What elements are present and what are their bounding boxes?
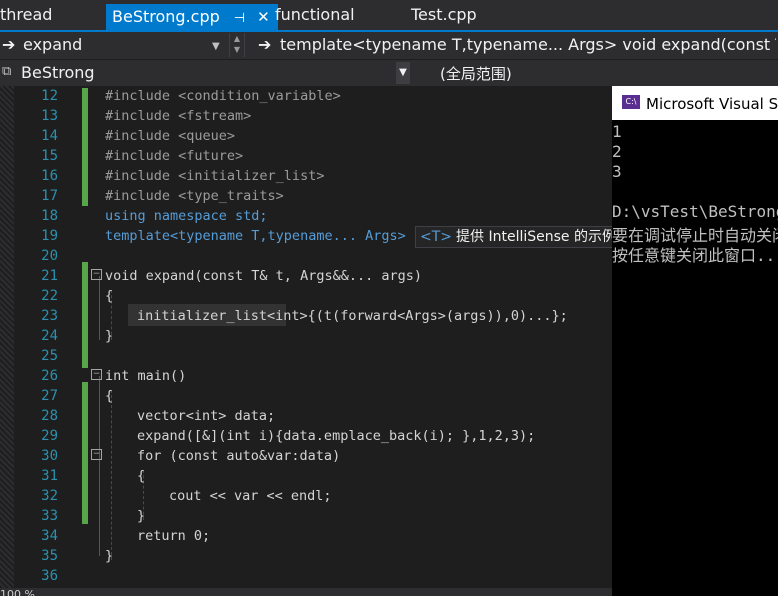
- console-line: 1: [612, 122, 622, 141]
- template-tag: <T>: [420, 229, 453, 245]
- signature-arrow-icon: ➔: [258, 35, 272, 54]
- signature-dropdown[interactable]: template<typename T,typename... Args> vo…: [280, 35, 776, 54]
- line-number: 33: [41, 508, 58, 524]
- tab-thread[interactable]: thread: [0, 0, 52, 30]
- tab-label: functional: [275, 5, 355, 24]
- navigation-bar: ➔ expand ▼ ▲ ▼ ➔ template<typename T,type…: [0, 32, 778, 59]
- console-line: D:\vsTest\BeStrong\Debug\BeStrong.exe: [612, 202, 778, 221]
- code-line: for (const auto&var:data): [137, 448, 341, 464]
- line-number: 27: [41, 388, 58, 404]
- fold-toggle-icon[interactable]: −: [91, 369, 102, 380]
- line-number: 25: [41, 348, 58, 364]
- code-line: }: [105, 328, 114, 344]
- line-number: 14: [41, 128, 58, 144]
- line-number: 12: [41, 88, 58, 104]
- fold-line: [99, 376, 101, 556]
- code-line: using namespace std;: [105, 208, 268, 224]
- tooltip-text: 提供 IntelliSense 的示例: [456, 229, 612, 245]
- indent-guide: [111, 390, 113, 560]
- member-arrow-icon: ➔: [2, 35, 16, 54]
- line-number: 21: [41, 268, 58, 284]
- line-number: 17: [41, 188, 58, 204]
- line-number: 19: [41, 228, 58, 244]
- line-number: 36: [41, 568, 58, 584]
- code-line: return 0;: [137, 528, 211, 544]
- line-number: 26: [41, 368, 58, 384]
- line-number: 35: [41, 548, 58, 564]
- console-app-icon: C:\: [622, 95, 640, 109]
- console-line: 按任意键关闭此窗口...: [612, 246, 778, 265]
- code-line: template<typename T,typename... Args>: [105, 228, 406, 244]
- code-line: }: [137, 508, 146, 524]
- code-line: cout << var << endl;: [169, 488, 332, 504]
- code-line: #include <condition_variable>: [105, 88, 341, 104]
- editor-margin: [0, 86, 14, 596]
- console-title: Microsoft Visual Studio 调试控制台: [646, 95, 778, 113]
- code-line: vector<int> data;: [137, 408, 276, 424]
- project-dropdown[interactable]: BeStrong: [21, 63, 95, 82]
- project-icon: ⧉: [2, 64, 12, 79]
- code-line: int main(): [105, 368, 187, 384]
- tab-test-cpp[interactable]: Test.cpp: [411, 0, 477, 30]
- zoom-level[interactable]: 100 %: [0, 588, 35, 596]
- tab-bar: thread BeStrong.cpp ⊣ ✕ functional Test.cp…: [0, 0, 778, 30]
- pin-icon[interactable]: ⊣: [234, 11, 245, 26]
- line-number: 15: [41, 148, 58, 164]
- quick-info-tooltip: <T> 提供 IntelliSense 的示例: [415, 226, 612, 248]
- close-icon[interactable]: ✕: [257, 8, 270, 26]
- line-number: 34: [41, 528, 58, 544]
- code-line: {: [137, 468, 146, 484]
- chevron-down-icon[interactable]: ▼: [396, 62, 410, 84]
- line-number: 32: [41, 488, 58, 504]
- change-bar: [82, 262, 88, 368]
- debug-console-window[interactable]: C:\ Microsoft Visual Studio 调试控制台 1 2 3 …: [612, 86, 778, 596]
- code-line: initializer_list<int>{(t(forward<Args>(a…: [137, 308, 568, 324]
- console-line: 3: [612, 162, 622, 181]
- console-title-bar[interactable]: C:\ Microsoft Visual Studio 调试控制台: [612, 86, 778, 120]
- change-bar: [82, 382, 88, 524]
- code-line: expand([&](int i){data.emplace_back(i); …: [137, 428, 536, 444]
- fold-toggle-icon[interactable]: −: [91, 449, 102, 460]
- console-line: 2: [612, 142, 622, 161]
- scope-dropdown[interactable]: (全局范围): [440, 63, 512, 84]
- code-line: void expand(const T& t, Args&&... args): [105, 268, 422, 284]
- editor-status-bar: 100 %: [0, 588, 612, 596]
- line-number: 28: [41, 408, 58, 424]
- line-number: 31: [41, 468, 58, 484]
- line-number: 22: [41, 288, 58, 304]
- line-number: 30: [41, 448, 58, 464]
- project-bar: ⧉ BeStrong ▼ (全局范围): [0, 60, 778, 86]
- tab-label: thread: [0, 5, 53, 24]
- line-number: 24: [41, 328, 58, 344]
- tab-functional[interactable]: functional: [275, 0, 355, 30]
- tab-label: Test.cpp: [411, 5, 477, 24]
- chevron-down-icon[interactable]: ▼: [212, 41, 220, 52]
- fold-line: [99, 276, 101, 340]
- code-line: #include <type_traits>: [105, 188, 284, 204]
- spin-buttons[interactable]: ▲ ▼: [229, 33, 245, 57]
- tab-label: BeStrong.cpp: [112, 7, 220, 26]
- code-line: #include <fstream>: [105, 108, 252, 124]
- code-line: #include <queue>: [105, 128, 236, 144]
- line-number: 29: [41, 428, 58, 444]
- line-number: 20: [41, 248, 58, 264]
- line-number: 18: [41, 208, 58, 224]
- member-dropdown[interactable]: expand: [23, 35, 82, 54]
- tab-bestrong-cpp[interactable]: BeStrong.cpp ⊣ ✕: [106, 4, 278, 30]
- code-line: {: [105, 388, 114, 404]
- fold-toggle-icon[interactable]: −: [91, 269, 102, 280]
- code-editor[interactable]: 12 13 14 15 16 17 18 19 20 21 22 23 24 2…: [0, 86, 612, 596]
- line-number: 23: [41, 308, 58, 324]
- change-bar: [82, 88, 88, 206]
- line-number: 13: [41, 108, 58, 124]
- line-number: 16: [41, 168, 58, 184]
- code-line: #include <future>: [105, 148, 244, 164]
- code-line: }: [105, 548, 114, 564]
- code-line: #include <initializer_list>: [105, 168, 325, 184]
- code-line: {: [105, 288, 114, 304]
